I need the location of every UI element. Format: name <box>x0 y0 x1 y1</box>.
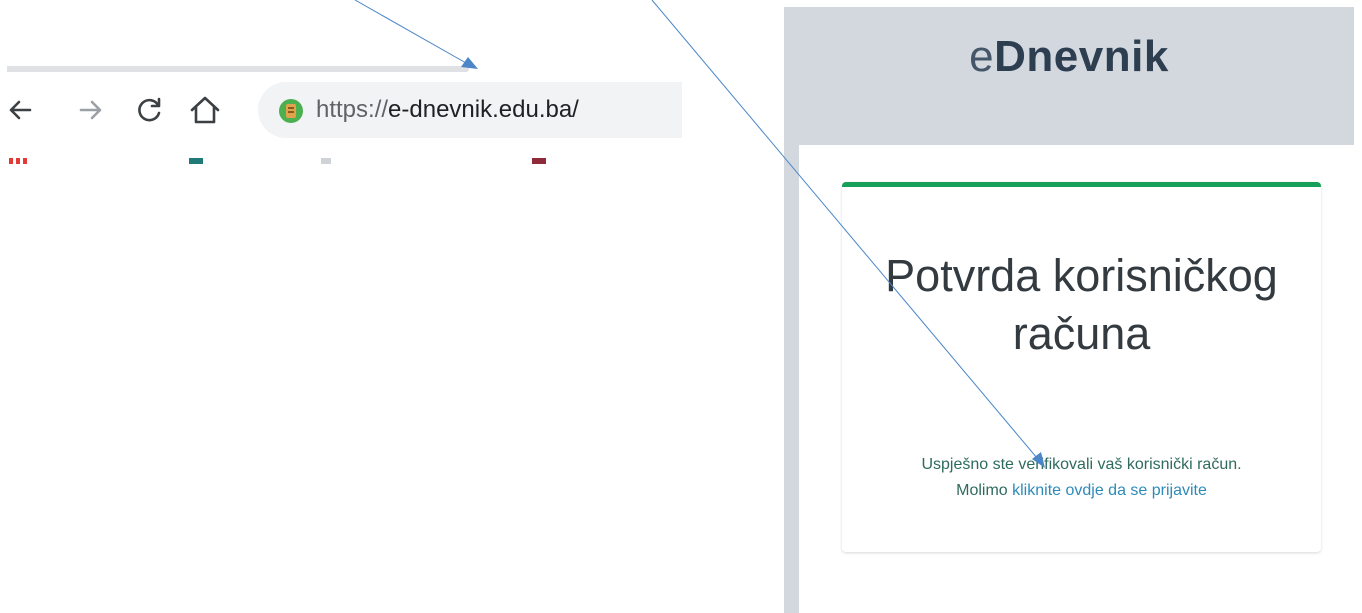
home-button[interactable] <box>187 92 223 128</box>
address-bar[interactable]: https://e-dnevnik.edu.ba/ <box>258 82 682 138</box>
tab-strip-edge <box>7 66 469 72</box>
card-title: Potvrda korisničkog računa <box>885 250 1278 359</box>
reload-icon <box>138 97 161 122</box>
site-favicon-icon <box>279 99 303 123</box>
reload-button[interactable] <box>132 92 168 128</box>
success-message: Uspješno ste verifikovali vaš korisnički… <box>921 456 1242 473</box>
bookmarks-bar <box>0 154 682 164</box>
forward-arrow-icon <box>79 100 102 120</box>
back-button[interactable] <box>2 92 38 128</box>
url-text: https://e-dnevnik.edu.ba/ <box>316 96 579 124</box>
brand-logo: eDnevnik <box>784 29 1354 85</box>
back-arrow-icon <box>9 100 32 120</box>
bookmark-icon[interactable] <box>321 158 331 164</box>
browser-toolbar: https://e-dnevnik.edu.ba/ <box>0 80 682 140</box>
brand-main: Dnevnik <box>994 32 1169 81</box>
verification-card: Potvrda korisničkog računa Uspješno ste … <box>842 182 1321 552</box>
content-area: Potvrda korisničkog računa Uspješno ste … <box>799 145 1354 613</box>
bookmark-icon[interactable] <box>9 158 13 164</box>
annotation-arrow-line <box>354 0 467 64</box>
home-icon <box>190 96 220 124</box>
login-prompt: Molimo kliknite ovdje da se prijavite <box>852 478 1311 504</box>
bookmark-icon[interactable] <box>16 158 20 164</box>
ednevnik-page: eDnevnik Potvrda korisničkog računa Uspj… <box>784 7 1354 613</box>
login-prompt-prefix: Molimo <box>956 482 1013 499</box>
bookmark-icon[interactable] <box>23 158 27 164</box>
bookmark-icon[interactable] <box>532 158 546 164</box>
login-link[interactable]: kliknite ovdje da se prijavite <box>1012 482 1207 499</box>
url-scheme: https:// <box>316 96 389 123</box>
url-host: e-dnevnik.edu.ba/ <box>388 96 579 123</box>
card-message: Uspješno ste verifikovali vaš korisnički… <box>852 452 1311 504</box>
forward-button[interactable] <box>73 92 109 128</box>
brand-prefix: e <box>969 32 995 81</box>
bookmark-icon[interactable] <box>189 158 203 164</box>
